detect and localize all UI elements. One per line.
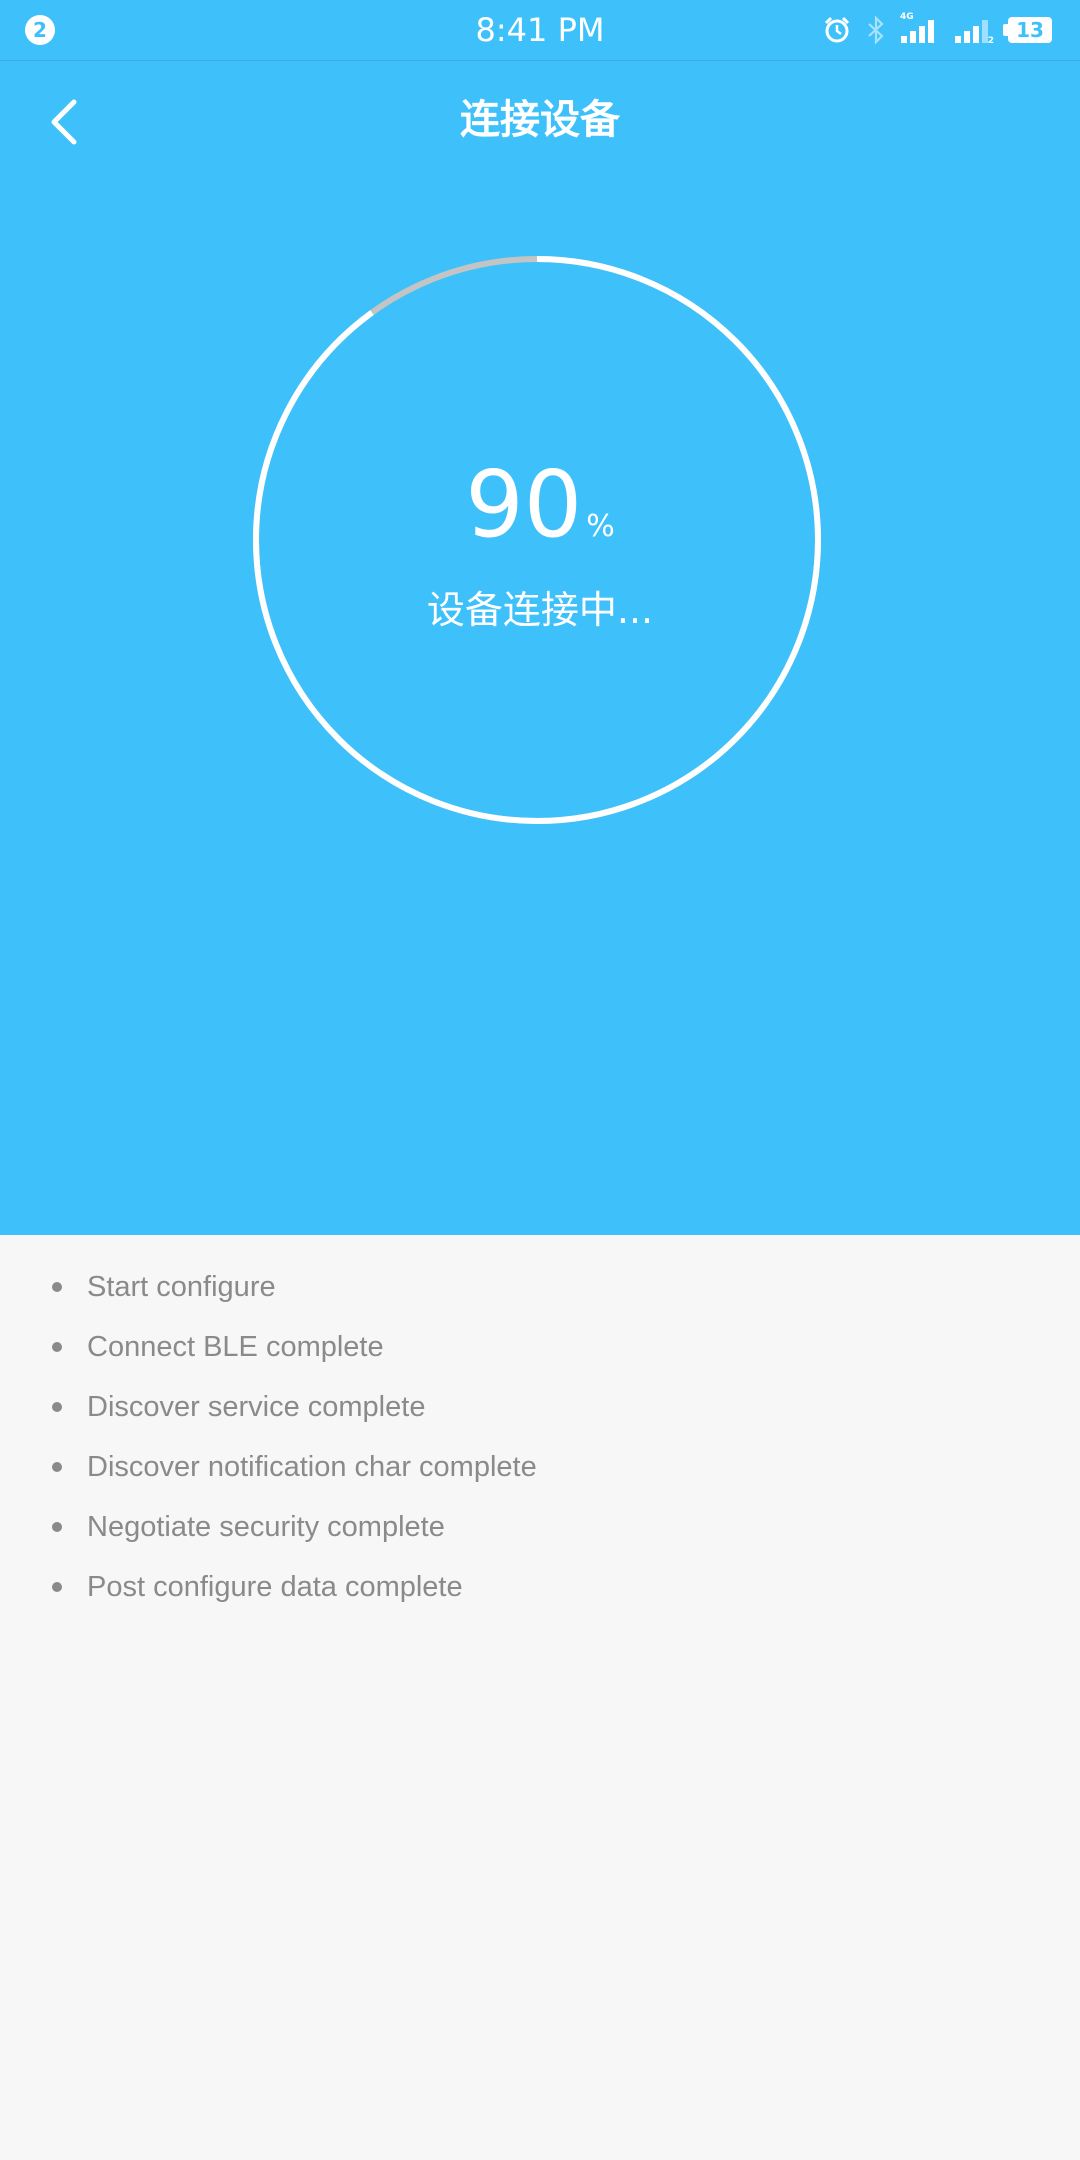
page-title: 连接设备 (460, 97, 620, 143)
status-bar: 2 8:41 PM 4G 2 13 (0, 0, 1080, 61)
list-item: Discover service complete (0, 1382, 1080, 1442)
bullet-icon (52, 1462, 62, 1472)
network-type-label: 4G (900, 12, 914, 22)
bullet-icon (52, 1342, 62, 1352)
list-item: Connect BLE complete (0, 1322, 1080, 1382)
step-label: Discover service complete (87, 1391, 426, 1423)
progress-value: 90 (465, 451, 583, 558)
battery-icon: 13 (1003, 17, 1052, 43)
progress-readout: 90% (0, 455, 1080, 555)
alarm-icon (822, 15, 852, 45)
bullet-icon (52, 1582, 62, 1592)
bullet-icon (52, 1402, 62, 1412)
signal-sim2-icon: 2 (954, 16, 994, 46)
step-label: Post configure data complete (87, 1571, 463, 1603)
list-item: Discover notification char complete (0, 1442, 1080, 1502)
progress-unit: % (586, 509, 615, 544)
bluetooth-icon (866, 15, 886, 45)
sim-slot-label: 2 (987, 36, 994, 46)
step-label: Start configure (87, 1271, 276, 1303)
step-log-list: Start configure Connect BLE complete Dis… (0, 1262, 1080, 1622)
connection-status: 设备连接中... (426, 588, 654, 632)
bullet-icon (52, 1282, 62, 1292)
step-label: Negotiate security complete (87, 1511, 445, 1543)
list-item: Post configure data complete (0, 1562, 1080, 1622)
step-label: Connect BLE complete (87, 1331, 384, 1363)
list-item: Negotiate security complete (0, 1502, 1080, 1562)
status-icons: 4G 2 13 (822, 12, 1052, 48)
list-item: Start configure (0, 1262, 1080, 1322)
signal-4g-icon: 4G (900, 12, 940, 44)
bullet-icon (52, 1522, 62, 1532)
step-label: Discover notification char complete (87, 1451, 537, 1483)
